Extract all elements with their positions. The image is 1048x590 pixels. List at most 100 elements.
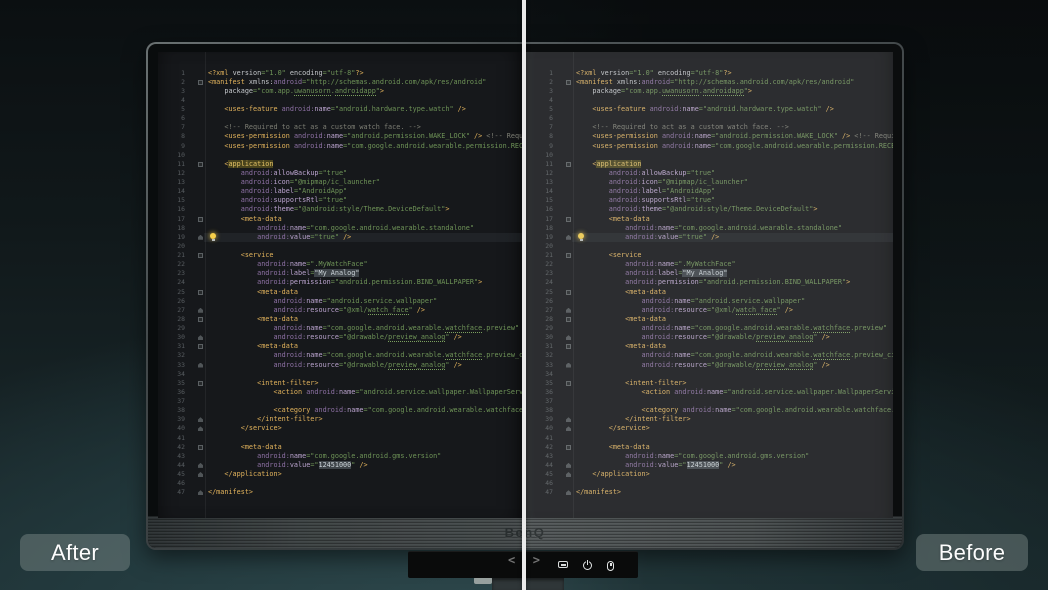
slider-handle[interactable]: < > xyxy=(508,553,540,567)
line-number: 2 xyxy=(526,78,553,87)
fold-end-icon[interactable] xyxy=(198,308,203,313)
code-line: 47</manifest> xyxy=(158,488,524,497)
code-line: 14 android:label="AndroidApp" xyxy=(158,187,524,196)
code-line: 16 android:theme="@android:style/Theme.D… xyxy=(526,205,893,214)
line-number: 20 xyxy=(158,242,185,251)
fold-end-icon[interactable] xyxy=(198,363,203,368)
code-text: <application xyxy=(576,160,893,169)
fold-end-icon[interactable] xyxy=(198,490,203,495)
code-text: android:resource="@xml/watch_face" /> xyxy=(576,306,893,315)
code-text: </manifest> xyxy=(576,488,893,497)
chevron-left-icon: < xyxy=(508,553,515,567)
fold-end-icon[interactable] xyxy=(566,490,571,495)
fold-start-icon[interactable] xyxy=(566,317,571,322)
code-line: 30 android:resource="@drawable/preview_a… xyxy=(158,333,524,342)
code-line: 21 <service xyxy=(526,251,893,260)
fold-end-icon[interactable] xyxy=(198,235,203,240)
line-number: 29 xyxy=(526,324,553,333)
code-text: <meta-data xyxy=(576,288,893,297)
code-line: 41 xyxy=(526,434,893,443)
fold-end-icon[interactable] xyxy=(566,235,571,240)
code-text: <?xml version="1.0" encoding="utf-8"?> xyxy=(576,69,893,78)
fold-end-icon[interactable] xyxy=(198,335,203,340)
code-line: 45 </application> xyxy=(526,470,893,479)
before-label[interactable]: Before xyxy=(916,534,1028,571)
fold-start-icon[interactable] xyxy=(198,217,203,222)
line-number: 39 xyxy=(526,415,553,424)
fold-start-icon[interactable] xyxy=(566,162,571,167)
code-line: 31 <meta-data xyxy=(158,342,524,351)
code-line: 27 android:resource="@xml/watch_face" /> xyxy=(158,306,524,315)
fold-start-icon[interactable] xyxy=(198,253,203,258)
code-text: <uses-feature android:name="android.hard… xyxy=(576,105,893,114)
fold-start-icon[interactable] xyxy=(198,162,203,167)
code-text: android:name="com.google.android.wearabl… xyxy=(208,351,524,360)
line-number: 7 xyxy=(158,123,185,132)
code-text: <meta-data xyxy=(208,215,524,224)
code-line: 1<?xml version="1.0" encoding="utf-8"?> xyxy=(158,69,524,78)
line-number: 21 xyxy=(526,251,553,260)
code-line: 45 </application> xyxy=(158,470,524,479)
line-number: 23 xyxy=(158,269,185,278)
fold-end-icon[interactable] xyxy=(566,335,571,340)
code-line: 27 android:resource="@xml/watch_face" /> xyxy=(526,306,893,315)
code-text: android:icon="@mipmap/ic_launcher" xyxy=(208,178,524,187)
fold-start-icon[interactable] xyxy=(198,80,203,85)
code-line: 25 <meta-data xyxy=(526,288,893,297)
fold-end-icon[interactable] xyxy=(198,463,203,468)
fold-end-icon[interactable] xyxy=(566,426,571,431)
line-number: 16 xyxy=(158,205,185,214)
code-text: </service> xyxy=(208,424,524,433)
code-line: 35 <intent-filter> xyxy=(526,379,893,388)
code-editor-before: 1<?xml version="1.0" encoding="utf-8"?>2… xyxy=(526,52,893,518)
line-number: 37 xyxy=(158,397,185,406)
fold-start-icon[interactable] xyxy=(566,217,571,222)
code-text: android:resource="@drawable/preview_anal… xyxy=(208,333,524,342)
code-line: 26 android:name="android.service.wallpap… xyxy=(526,297,893,306)
fold-end-icon[interactable] xyxy=(566,363,571,368)
code-line: 6 xyxy=(526,114,893,123)
code-text: android:allowBackup="true" xyxy=(576,169,893,178)
code-line: 17 <meta-data xyxy=(158,215,524,224)
fold-end-icon[interactable] xyxy=(566,308,571,313)
code-text: <meta-data xyxy=(208,288,524,297)
line-number: 36 xyxy=(526,388,553,397)
fold-end-icon[interactable] xyxy=(566,472,571,477)
fold-start-icon[interactable] xyxy=(566,290,571,295)
line-number: 13 xyxy=(526,178,553,187)
code-line: 38 <category android:name="com.google.an… xyxy=(526,406,893,415)
fold-start-icon[interactable] xyxy=(198,445,203,450)
line-number: 3 xyxy=(158,87,185,96)
line-number: 4 xyxy=(158,96,185,105)
line-number: 9 xyxy=(526,142,553,151)
fold-end-icon[interactable] xyxy=(566,463,571,468)
line-number: 6 xyxy=(158,114,185,123)
code-text: <category android:name="com.google.andro… xyxy=(576,406,893,415)
fold-start-icon[interactable] xyxy=(198,381,203,386)
fold-end-icon[interactable] xyxy=(566,417,571,422)
fold-start-icon[interactable] xyxy=(566,80,571,85)
code-text: android:allowBackup="true" xyxy=(208,169,524,178)
fold-end-icon[interactable] xyxy=(198,472,203,477)
fold-start-icon[interactable] xyxy=(566,445,571,450)
line-number: 4 xyxy=(526,96,553,105)
line-number: 41 xyxy=(158,434,185,443)
code-text: <meta-data xyxy=(576,342,893,351)
mouse-icon xyxy=(607,561,614,571)
fold-start-icon[interactable] xyxy=(566,344,571,349)
after-label[interactable]: After xyxy=(20,534,130,571)
line-number: 33 xyxy=(158,361,185,370)
code-line: 25 <meta-data xyxy=(158,288,524,297)
fold-end-icon[interactable] xyxy=(198,426,203,431)
line-number: 14 xyxy=(526,187,553,196)
fold-start-icon[interactable] xyxy=(198,317,203,322)
fold-start-icon[interactable] xyxy=(566,381,571,386)
code-line: 18 android:name="com.google.android.wear… xyxy=(526,224,893,233)
fold-start-icon[interactable] xyxy=(566,253,571,258)
fold-end-icon[interactable] xyxy=(198,417,203,422)
fold-start-icon[interactable] xyxy=(198,290,203,295)
fold-start-icon[interactable] xyxy=(198,344,203,349)
slider-divider[interactable] xyxy=(522,0,526,590)
line-number: 27 xyxy=(158,306,185,315)
line-number: 22 xyxy=(526,260,553,269)
